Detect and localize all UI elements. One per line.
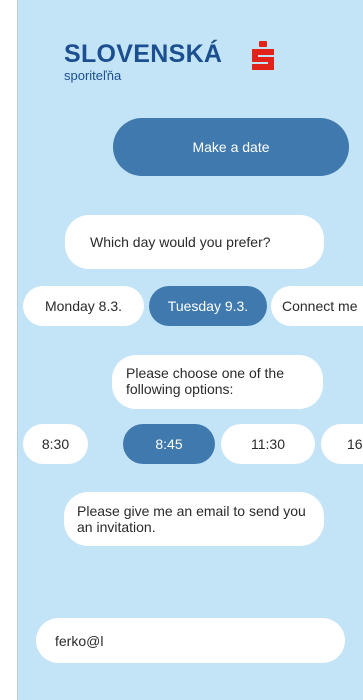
chat-panel: SLOVENSKÁ sporiteľňa Make a date Which d… [18, 0, 363, 700]
bot-message-day-prompt: Which day would you prefer? [65, 215, 324, 269]
brand-name: SLOVENSKÁ [64, 40, 223, 68]
time-option-0830[interactable]: 8:30 [23, 424, 88, 464]
bot-message-email-prompt: Please give me an email to send you an i… [64, 492, 324, 546]
brand-s-icon [252, 41, 274, 70]
day-option-tuesday[interactable]: Tuesday 9.3. [149, 286, 267, 326]
bot-message-options-prompt: Please choose one of the following optio… [112, 355, 323, 409]
brand-subname: sporiteľňa [64, 68, 122, 83]
time-option-16[interactable]: 16 [321, 424, 363, 464]
email-input[interactable] [36, 618, 345, 663]
page-edge [0, 0, 18, 700]
brand-logo: SLOVENSKÁ sporiteľňa [64, 40, 274, 83]
time-option-0845[interactable]: 8:45 [123, 424, 215, 464]
day-option-monday[interactable]: Monday 8.3. [23, 286, 144, 326]
connect-me-option[interactable]: Connect me [271, 286, 363, 326]
make-date-button[interactable]: Make a date [113, 118, 349, 176]
time-option-1130[interactable]: 11:30 [221, 424, 315, 464]
